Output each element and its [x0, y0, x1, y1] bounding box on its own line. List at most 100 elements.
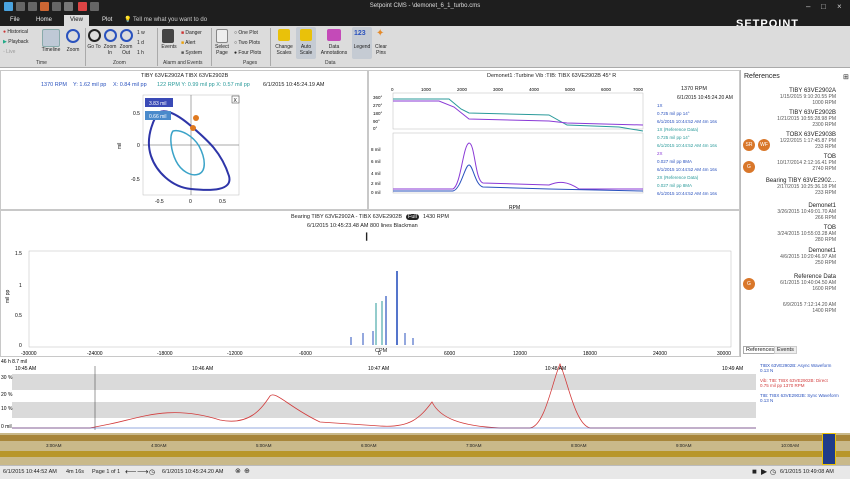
tab-view[interactable]: View — [64, 15, 89, 26]
reference-item[interactable]: TOB 3/24/2015 10:55:03.28 AM 280 RPM — [777, 225, 836, 243]
bode-phase-tick: 270° — [373, 103, 383, 108]
alert-icon: ■ — [181, 40, 185, 46]
reference-item[interactable]: 6/9/2015 7:12:14.20 AM 1400 RPM — [783, 302, 836, 314]
data-annotations-icon[interactable] — [327, 29, 341, 41]
orbit-y-tick: 0.5 — [133, 111, 140, 117]
window-title: Setpoint CMS - \demonet_6_1_turbo.cms — [369, 3, 481, 9]
status-page: Page 1 of 1 — [92, 469, 121, 475]
zoom-in-button[interactable]: Zoom In — [102, 44, 118, 56]
zoom-button[interactable]: Zoom — [62, 47, 84, 53]
timeline-icon[interactable] — [42, 29, 60, 47]
tab-plot[interactable]: Plot — [96, 15, 118, 26]
spectrum-plot-panel[interactable]: Bearing TIBY 63VE2902A - TIBX 63VE2902B … — [0, 210, 740, 357]
range-week-button[interactable]: 1 w — [137, 30, 145, 36]
one-plot-option[interactable]: ○ One Plot — [234, 30, 258, 36]
danger-icon: ■ — [181, 30, 185, 36]
reference-item[interactable]: TOB 10/17/2014 2:12:16.41 PM 2740 RPM — [777, 154, 836, 172]
select-page-icon[interactable] — [216, 29, 228, 43]
alert-filter[interactable]: ■ Alert — [181, 40, 195, 46]
events-icon[interactable] — [162, 29, 174, 43]
auto-scale-icon[interactable] — [300, 29, 312, 41]
live-option[interactable]: ◦ Live — [3, 49, 15, 55]
avatar[interactable]: G — [743, 161, 755, 173]
orbit-plot-panel[interactable]: TIBY 63VE2902A TIBX 63VE2902B 1370 RPM Y… — [0, 70, 368, 210]
stop-icon[interactable]: ■ — [752, 467, 757, 476]
tell-me-search[interactable]: 💡 Tell me what you want to do — [124, 16, 207, 23]
bode-plot-panel[interactable]: Demonet1 :Turbine Vib :TIB: TIBX 63VE290… — [368, 70, 740, 211]
reference-item[interactable]: Bearing TIBY 63VE2902... 2/17/2015 10:25:… — [766, 178, 836, 196]
tab-home[interactable]: Home — [30, 15, 58, 26]
forward-icon[interactable]: ⟶ — [137, 467, 148, 476]
avatar[interactable]: WF — [758, 139, 770, 151]
orbit-y-label: mil — [117, 143, 123, 149]
clock-icon[interactable]: ◷ — [149, 468, 155, 476]
bode-x-tick: 3000 — [493, 87, 504, 92]
status-start-time: 6/1/2015 10:44:52 AM — [3, 469, 57, 475]
timeline-button[interactable]: Timeline — [40, 47, 62, 53]
reference-item[interactable]: Demonet1 4/6/2015 10:20:46.97 AM 250 RPM — [780, 248, 836, 266]
maximize-icon[interactable]: □ — [821, 2, 826, 11]
historical-option[interactable]: ● Historical — [3, 29, 28, 35]
legend-button[interactable]: Legend — [350, 44, 374, 50]
back-icon[interactable]: ⟵ — [125, 467, 136, 476]
avatar[interactable]: SR — [743, 139, 755, 151]
select-page-button[interactable]: Select Page — [212, 44, 232, 56]
tab-references[interactable]: References — [743, 346, 778, 354]
historical-icon: ● — [3, 29, 7, 35]
playback-option[interactable]: ▶ Playback — [3, 39, 29, 45]
reference-item[interactable]: Reference Data 6/1/2015 10:40:04.50 AM 160… — [780, 274, 836, 292]
zoom-out-button[interactable]: Zoom Out — [118, 44, 134, 56]
trend-band — [12, 402, 756, 418]
clear-pins-icon[interactable]: ✦ — [376, 28, 384, 39]
radio-icon: ○ — [234, 40, 238, 46]
range-day-button[interactable]: 1 d — [137, 40, 144, 46]
reference-item[interactable]: TIBY 63VE2902A 1/15/2015 9:10:20.55 PM 100… — [780, 88, 836, 106]
legend-icon[interactable]: 123 — [354, 30, 366, 37]
status-duration: 4m 16s — [66, 469, 85, 475]
close-cursor-icon[interactable]: ⊗ — [235, 467, 241, 475]
tab-events[interactable]: Events — [774, 346, 797, 354]
spectrum-chart[interactable]: 1.5 1 0.5 0 mil pp -30000 -24000 -18000 … — [1, 241, 741, 358]
spectrum-x-tick: -6000 — [299, 351, 312, 357]
minimize-icon[interactable]: – — [806, 2, 810, 11]
two-plots-option[interactable]: ○ Two Plots — [234, 40, 260, 46]
spectrum-full-badge[interactable]: Full — [406, 214, 419, 220]
change-scales-button[interactable]: Change Scales — [272, 44, 296, 56]
bode-phase-tick: 180° — [373, 111, 383, 116]
events-button[interactable]: Events — [159, 44, 179, 50]
pin-icon[interactable]: ⊞ — [843, 73, 849, 81]
trend-plot-panel[interactable]: 46 h 8.7 mil 30 % 20 % 10 % 0 mil 10:45 … — [0, 358, 850, 433]
spectrum-plot-area — [28, 250, 732, 348]
reference-item[interactable]: TIBY 63VE2902B 1/21/2015 10:55:28.98 PM 23… — [777, 110, 836, 128]
clear-pins-button[interactable]: Clear Pins — [372, 44, 390, 56]
tab-file[interactable]: File — [4, 15, 26, 26]
zoom-icon[interactable] — [66, 29, 80, 43]
orbit-x-tick: 0.5 — [219, 199, 226, 205]
status-clock-icon[interactable]: ◷ — [770, 468, 776, 476]
timeline-selection-handle[interactable] — [822, 433, 836, 465]
trend-legend-value: 0.75 mil pp 1370 RPM — [760, 383, 805, 388]
bode-title: Demonet1 :Turbine Vib :TIB: TIBX 63VE290… — [487, 73, 617, 79]
goto-icon[interactable] — [88, 29, 101, 42]
danger-filter[interactable]: ■ Danger — [181, 30, 202, 36]
goto-button[interactable]: Go To — [86, 44, 102, 50]
close-icon[interactable]: × — [837, 2, 842, 11]
reference-item[interactable]: TOBX 63VE2903B 1/22/2015 1:17:45.87 PM 233… — [780, 132, 836, 150]
trend-chart[interactable]: 46 h 8.7 mil 30 % 20 % 10 % 0 mil 10:45 … — [0, 358, 850, 433]
zoom-out-icon[interactable] — [120, 29, 133, 42]
avatar[interactable]: G — [743, 278, 755, 290]
add-cursor-icon[interactable]: ⊕ — [244, 467, 250, 475]
auto-scale-button[interactable]: Auto Scale — [294, 44, 318, 56]
orbit-chart[interactable]: 3.83 mil 0.66 mil X 0.5 0 -0.5 -0.5 0 0.… — [111, 91, 241, 209]
play-icon[interactable]: ▶ — [761, 467, 767, 476]
range-hour-button[interactable]: 1 h — [137, 50, 144, 56]
timeline-bar[interactable]: 3:00AM 4:00AM 5:00AM 6:00AM 7:00AM 8:00AM 9:00… — [0, 433, 850, 465]
bode-chart[interactable]: 360° 270° 180° 90° 0° 8 mil 6 mil 4 mil … — [369, 85, 659, 211]
timeline-tick: 5:00AM — [256, 443, 272, 448]
data-annotations-button[interactable]: Data Annotations — [318, 44, 350, 56]
zoom-in-icon[interactable] — [104, 29, 117, 42]
system-filter[interactable]: ■ System — [181, 50, 202, 56]
four-plots-option[interactable]: ● Four Plots — [234, 50, 261, 56]
reference-item[interactable]: Demonet1 3/26/2015 10:49:01.70 AM 266 RPM — [777, 203, 836, 221]
change-scales-icon[interactable] — [278, 29, 290, 41]
